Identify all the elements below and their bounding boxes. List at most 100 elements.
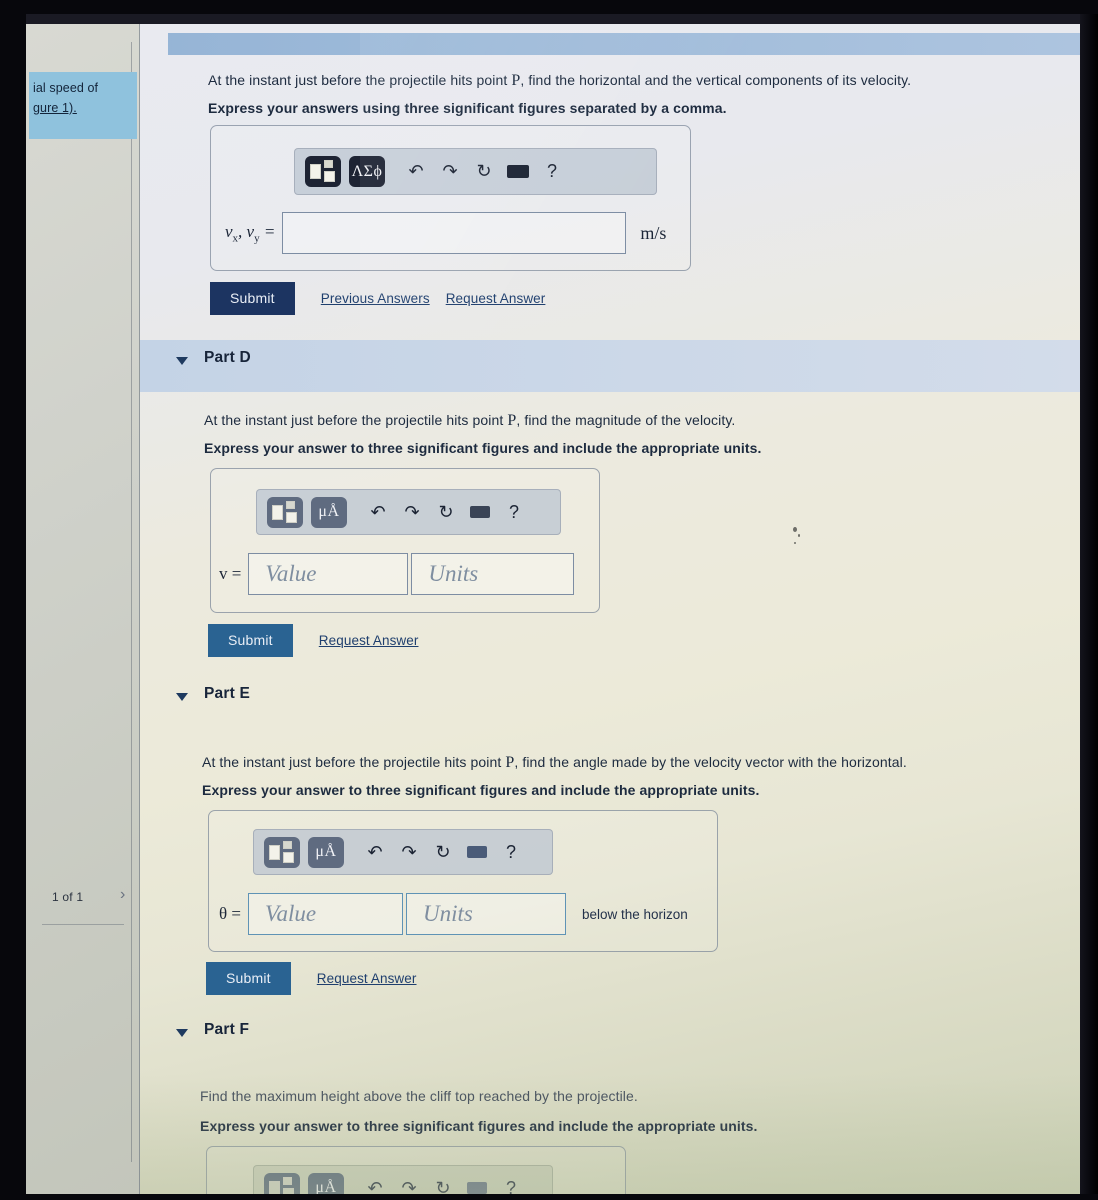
part-e-field-label: θ =: [219, 904, 241, 923]
part-c-math-toolbar: ΛΣϕ ↶ ↷ ↻ ?: [294, 148, 657, 195]
part-f-title: Part F: [204, 1021, 250, 1038]
part-c-request-answer-link[interactable]: Request Answer: [446, 291, 546, 306]
photo-speck: [798, 534, 800, 537]
help-icon[interactable]: ?: [497, 497, 531, 527]
undo-icon[interactable]: ↶: [358, 837, 392, 867]
template-key-icon[interactable]: [264, 836, 300, 868]
part-f-math-toolbar: μÅ ↶ ↷ ↻ ?: [253, 1165, 553, 1194]
photo-speck: [794, 542, 796, 544]
part-e-value-input[interactable]: Value: [247, 893, 403, 935]
reset-icon[interactable]: ↻: [426, 1173, 460, 1195]
micro-units-label: μÅ: [315, 1179, 337, 1194]
reset-icon[interactable]: ↻: [467, 157, 501, 187]
part-e-prompt-pre: At the instant just before the projectil…: [202, 754, 506, 770]
part-d-math-toolbar: μÅ ↶ ↷ ↻ ?: [256, 489, 561, 535]
micro-units-key-icon[interactable]: μÅ: [308, 836, 344, 868]
part-d-submit-button[interactable]: Submit: [208, 624, 293, 657]
part-c-instruction: Express your answers using three signifi…: [208, 100, 727, 116]
redo-icon[interactable]: ↷: [395, 497, 429, 527]
part-f-prompt: Find the maximum height above the cliff …: [200, 1088, 638, 1104]
part-e-units-input[interactable]: Units: [405, 893, 566, 935]
micro-units-key-icon[interactable]: μÅ: [311, 496, 347, 528]
reset-icon[interactable]: ↻: [429, 497, 463, 527]
redo-icon[interactable]: ↷: [392, 1173, 426, 1195]
part-c-answer-box: ΛΣϕ ↶ ↷ ↻ ? vx, vy = m/s: [210, 125, 691, 271]
undo-icon[interactable]: ↶: [358, 1173, 392, 1195]
help-icon[interactable]: ?: [494, 1173, 528, 1195]
assignment-content-pane: At the instant just before the projectil…: [140, 24, 1080, 1194]
part-c-prompt: At the instant just before the projectil…: [208, 72, 1080, 90]
micro-units-key-icon[interactable]: μÅ: [308, 1172, 344, 1194]
part-d-request-answer-link[interactable]: Request Answer: [319, 633, 419, 648]
photo-top-dark-strip: [26, 14, 1086, 24]
part-e-actions: Submit Request Answer: [206, 962, 417, 995]
part-e-header[interactable]: Part E: [140, 676, 1080, 728]
reset-icon[interactable]: ↻: [426, 837, 460, 867]
problem-statement-snippet: ial speed of gure 1).: [29, 72, 137, 139]
part-d-prompt-post: , find the magnitude of the velocity.: [516, 412, 736, 428]
part-c-prompt-post: , find the horizontal and the vertical c…: [520, 72, 912, 88]
part-e-math-toolbar: μÅ ↶ ↷ ↻ ?: [253, 829, 553, 875]
part-e-prompt: At the instant just before the projectil…: [202, 754, 1080, 772]
part-e-prompt-post: , find the angle made by the velocity ve…: [514, 754, 907, 770]
help-icon[interactable]: ?: [494, 837, 528, 867]
part-d-instruction: Express your answer to three significant…: [204, 440, 762, 456]
part-d-prompt: At the instant just before the projectil…: [204, 412, 1080, 430]
left-column-divider-line: [131, 42, 132, 1162]
photo-speck: [793, 527, 797, 532]
keyboard-icon[interactable]: [460, 1173, 494, 1194]
part-f-answer-box: μÅ ↶ ↷ ↻ ?: [206, 1146, 626, 1194]
part-c-field-label: vx, vy =: [225, 221, 276, 245]
undo-icon[interactable]: ↶: [399, 157, 433, 187]
part-f-header[interactable]: Part F: [140, 1012, 1080, 1064]
part-d-actions: Submit Request Answer: [208, 624, 419, 657]
part-d-prompt-pre: At the instant just before the projectil…: [204, 412, 508, 428]
part-d-field-label: v =: [219, 564, 242, 583]
next-page-chevron-icon[interactable]: ›: [120, 886, 125, 904]
figure-link[interactable]: gure 1).: [33, 98, 133, 118]
problem-snippet-line-1: ial speed of: [33, 81, 99, 95]
part-f-instruction: Express your answer to three significant…: [200, 1118, 758, 1134]
keyboard-icon[interactable]: [501, 157, 535, 187]
part-e-instruction: Express your answer to three significant…: [202, 782, 760, 798]
part-e-collapse-caret-icon[interactable]: [176, 693, 188, 701]
greek-letters-label: ΛΣϕ: [351, 162, 383, 180]
part-e-submit-button[interactable]: Submit: [206, 962, 291, 995]
left-column-rule: [42, 924, 124, 925]
part-d-field-row: v = Value Units: [219, 553, 575, 595]
part-c-submit-button[interactable]: Submit: [210, 282, 295, 315]
template-key-icon[interactable]: [264, 1172, 300, 1194]
part-c-field-row: vx, vy = m/s: [225, 212, 666, 254]
undo-icon[interactable]: ↶: [361, 497, 395, 527]
part-d-header[interactable]: Part D: [140, 340, 1080, 392]
part-e-field-row: θ = Value Units below the horizon: [219, 893, 688, 935]
redo-icon[interactable]: ↷: [433, 157, 467, 187]
part-c-value-input[interactable]: [282, 212, 627, 254]
part-d-collapse-caret-icon[interactable]: [176, 357, 188, 365]
help-icon[interactable]: ?: [535, 157, 569, 187]
left-problem-column: ial speed of gure 1). 1 of 1 ›: [26, 24, 140, 1194]
part-e-answer-box: μÅ ↶ ↷ ↻ ? θ = Value Units below the hor…: [208, 810, 718, 952]
part-e-trailing-note: below the horizon: [581, 906, 688, 922]
part-d-title: Part D: [204, 349, 251, 366]
redo-icon[interactable]: ↷: [392, 837, 426, 867]
top-accent-strip: [168, 33, 1080, 55]
part-d-value-input[interactable]: Value: [248, 553, 409, 595]
keyboard-icon[interactable]: [460, 837, 494, 867]
micro-units-label: μÅ: [318, 503, 340, 520]
keyboard-icon[interactable]: [463, 497, 497, 527]
greek-letters-key-icon[interactable]: ΛΣϕ: [349, 156, 385, 187]
part-d-answer-box: μÅ ↶ ↷ ↻ ? v = Value Units: [210, 468, 600, 613]
part-d-units-input[interactable]: Units: [411, 553, 575, 595]
part-c-prompt-pre: At the instant just before the projectil…: [208, 72, 512, 88]
part-c-unit-suffix: m/s: [640, 222, 667, 243]
template-key-icon[interactable]: [305, 156, 341, 187]
part-f-collapse-caret-icon[interactable]: [176, 1029, 188, 1037]
page-counter: 1 of 1: [52, 890, 84, 904]
part-c-actions: Submit Previous Answers Request Answer: [210, 282, 545, 315]
part-c-previous-answers-link[interactable]: Previous Answers: [321, 291, 430, 306]
part-e-request-answer-link[interactable]: Request Answer: [317, 971, 417, 986]
template-key-icon[interactable]: [267, 496, 303, 528]
micro-units-label: μÅ: [315, 843, 337, 860]
part-e-title: Part E: [204, 685, 250, 702]
